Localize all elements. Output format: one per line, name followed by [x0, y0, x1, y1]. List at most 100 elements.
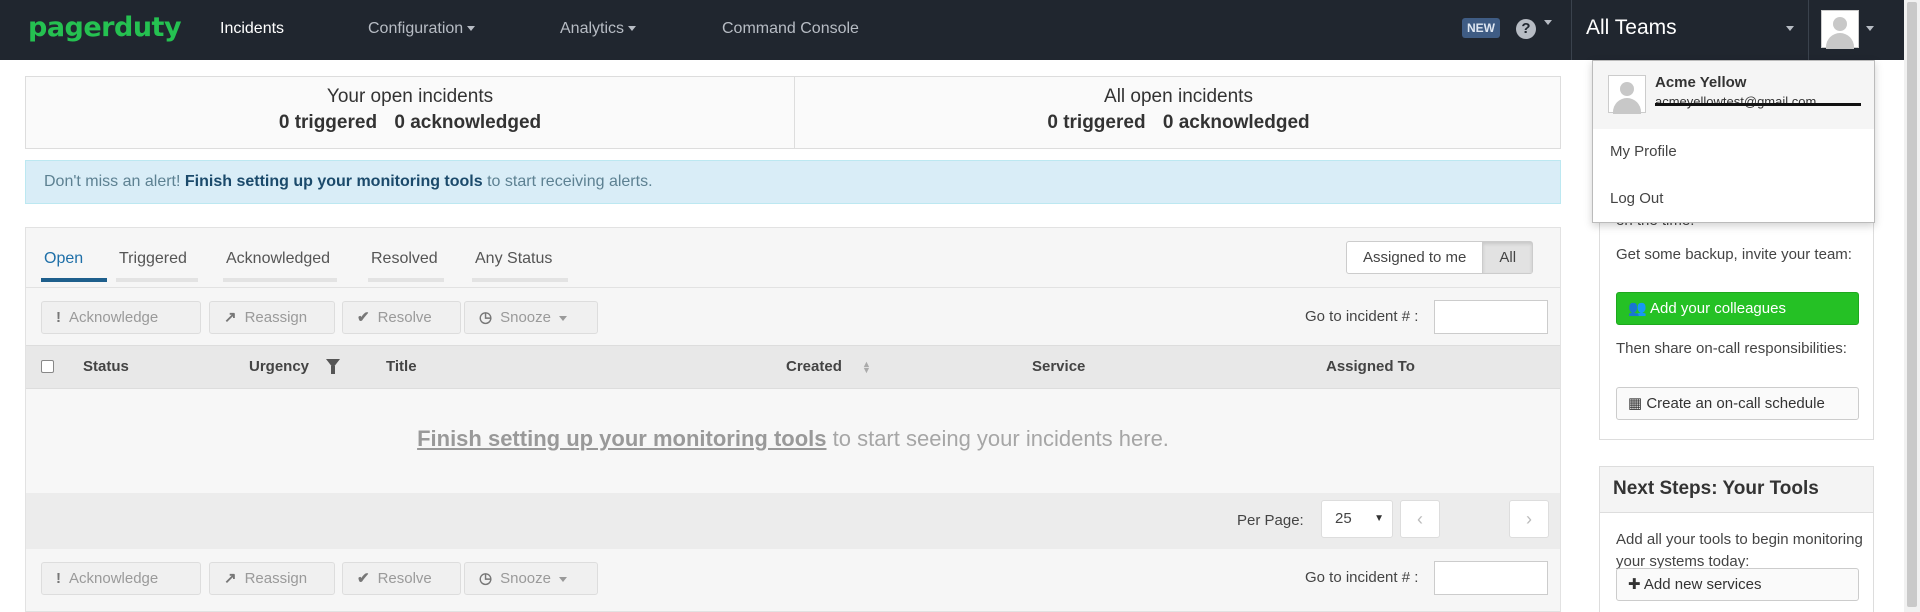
- avatar-head: [1833, 17, 1847, 31]
- my-profile-link[interactable]: My Profile: [1610, 143, 1677, 160]
- user-email: acmeyellowtest@gmail.com: [1655, 94, 1817, 109]
- chevron-down-icon: [467, 26, 476, 32]
- column-service[interactable]: Service: [1032, 358, 1085, 375]
- chevron-down-icon: [628, 26, 637, 32]
- nav-analytics[interactable]: Analytics: [560, 0, 637, 60]
- all-toggle[interactable]: All: [1482, 242, 1533, 273]
- triggered-count[interactable]: 0 triggered: [279, 112, 377, 133]
- add-services-button[interactable]: ✚ Add new services: [1616, 568, 1859, 601]
- column-status[interactable]: Status: [83, 358, 129, 375]
- acknowledged-count[interactable]: 0 acknowledged: [394, 112, 541, 133]
- resolve-label: Resolve: [377, 570, 432, 587]
- avatar-head: [1620, 82, 1634, 96]
- backup-text: Get some backup, invite your team:: [1616, 246, 1852, 263]
- reassign-label: Reassign: [244, 309, 308, 326]
- next-steps-card: Next Steps: Your Tools Add all your tool…: [1599, 466, 1874, 612]
- filter-icon-stem: [331, 366, 335, 374]
- calendar-icon: ▦: [1628, 395, 1647, 412]
- snooze-button[interactable]: ◷ Snooze: [464, 301, 598, 334]
- teams-selector[interactable]: All Teams: [1586, 0, 1677, 60]
- tab-triggered[interactable]: Triggered: [119, 250, 187, 268]
- acknowledge-label: Acknowledge: [69, 309, 159, 326]
- previous-page-button[interactable]: ‹: [1400, 500, 1440, 538]
- triggered-count[interactable]: 0 triggered: [1047, 112, 1145, 133]
- user-avatar[interactable]: [1821, 10, 1859, 49]
- tab-acknowledged[interactable]: Acknowledged: [226, 250, 330, 268]
- reassign-button[interactable]: ↗ Reassign: [209, 562, 335, 595]
- nav-command-console[interactable]: Command Console: [722, 0, 859, 60]
- chevron-down-icon[interactable]: [1544, 20, 1552, 25]
- clock-icon: ◷: [479, 570, 493, 587]
- per-page-select[interactable]: 25 ▼: [1321, 500, 1393, 538]
- nav-divider: [1571, 0, 1572, 60]
- tab-any-status[interactable]: Any Status: [475, 250, 552, 268]
- incidents-panel: Open Triggered Acknowledged Resolved Any…: [25, 227, 1561, 612]
- create-schedule-button[interactable]: ▦ Create an on-call schedule: [1616, 387, 1859, 420]
- share-icon: ↗: [224, 570, 237, 587]
- assigned-to-me-toggle[interactable]: Assigned to me: [1347, 242, 1482, 273]
- nav-analytics-label: Analytics: [560, 20, 625, 37]
- reassign-button[interactable]: ↗ Reassign: [209, 301, 335, 334]
- setup-monitoring-link[interactable]: Finish setting up your monitoring tools: [185, 173, 483, 190]
- summary-title: All open incidents: [1104, 86, 1253, 107]
- acknowledge-button[interactable]: ! Acknowledge: [41, 562, 201, 595]
- avatar-body: [1613, 98, 1641, 114]
- nav-configuration-label: Configuration: [368, 20, 464, 37]
- chevron-down-icon: [558, 576, 567, 582]
- assignment-toggle: Assigned to me All: [1346, 241, 1534, 274]
- chevron-down-icon: [558, 315, 567, 321]
- exclamation-icon: !: [56, 570, 61, 587]
- tab-open[interactable]: Open: [44, 250, 83, 268]
- tab-underline: [116, 278, 198, 282]
- empty-state: Finish setting up your monitoring tools …: [26, 389, 1560, 493]
- log-out-link[interactable]: Log Out: [1610, 190, 1663, 207]
- column-urgency[interactable]: Urgency: [249, 358, 309, 375]
- column-assigned-to[interactable]: Assigned To: [1326, 358, 1415, 375]
- scrollbar-thumb[interactable]: [1907, 2, 1917, 607]
- your-open-incidents: Your open incidents 0 triggered 0 acknow…: [26, 77, 794, 149]
- chevron-down-icon[interactable]: [1866, 26, 1874, 31]
- setup-monitoring-link[interactable]: Finish setting up your monitoring tools: [417, 426, 826, 451]
- resolve-button[interactable]: ✔ Resolve: [342, 562, 461, 595]
- next-steps-title: Next Steps: Your Tools: [1600, 467, 1873, 513]
- select-arrow-icon: ▼: [1374, 513, 1384, 524]
- snooze-label: Snooze: [500, 309, 551, 326]
- acknowledge-button[interactable]: ! Acknowledge: [41, 301, 201, 334]
- nav-divider: [1808, 0, 1809, 60]
- sort-icon[interactable]: ▲ ▼: [862, 360, 871, 375]
- incidents-table-header: Status Urgency Title Created ▲ ▼ Service …: [26, 345, 1560, 389]
- nav-incidents[interactable]: Incidents: [220, 0, 284, 60]
- snooze-button[interactable]: ◷ Snooze: [464, 562, 598, 595]
- avatar-body: [1826, 33, 1854, 49]
- email-redaction-bar: [1655, 103, 1861, 106]
- goto-incident-input[interactable]: [1434, 300, 1548, 334]
- goto-incident-input[interactable]: [1434, 561, 1548, 595]
- column-title[interactable]: Title: [386, 358, 417, 375]
- checkmark-icon: ✔: [357, 570, 370, 587]
- plus-icon: ✚: [1628, 576, 1644, 593]
- all-open-incidents: All open incidents 0 triggered 0 acknowl…: [794, 77, 1562, 149]
- alert-prefix: Don't miss an alert!: [44, 173, 181, 190]
- clock-icon: ◷: [479, 309, 493, 326]
- chevron-down-icon[interactable]: [1786, 26, 1794, 31]
- pagerduty-logo[interactable]: pagerduty: [28, 12, 182, 43]
- tab-underline: [472, 278, 568, 282]
- per-page-value: 25: [1335, 510, 1352, 527]
- help-icon[interactable]: ?: [1516, 19, 1536, 39]
- new-badge: NEW: [1462, 18, 1500, 38]
- tab-resolved[interactable]: Resolved: [371, 250, 438, 268]
- resolve-button[interactable]: ✔ Resolve: [342, 301, 461, 334]
- next-page-button[interactable]: ›: [1509, 500, 1549, 538]
- acknowledged-count[interactable]: 0 acknowledged: [1163, 112, 1310, 133]
- add-colleagues-button[interactable]: 👥 Add your colleagues: [1616, 292, 1859, 325]
- tab-underline: [368, 278, 444, 282]
- column-created[interactable]: Created: [786, 358, 842, 375]
- user-menu-header: Acme Yellow acmeyellowtest@gmail.com: [1593, 61, 1874, 129]
- select-all-checkbox[interactable]: [41, 360, 54, 373]
- tab-underline: [41, 278, 107, 282]
- summary-counts: 0 triggered 0 acknowledged: [26, 112, 794, 134]
- exclamation-icon: !: [56, 309, 61, 326]
- incident-summary: Your open incidents 0 triggered 0 acknow…: [25, 76, 1561, 149]
- acknowledge-label: Acknowledge: [69, 570, 159, 587]
- nav-configuration[interactable]: Configuration: [368, 0, 476, 60]
